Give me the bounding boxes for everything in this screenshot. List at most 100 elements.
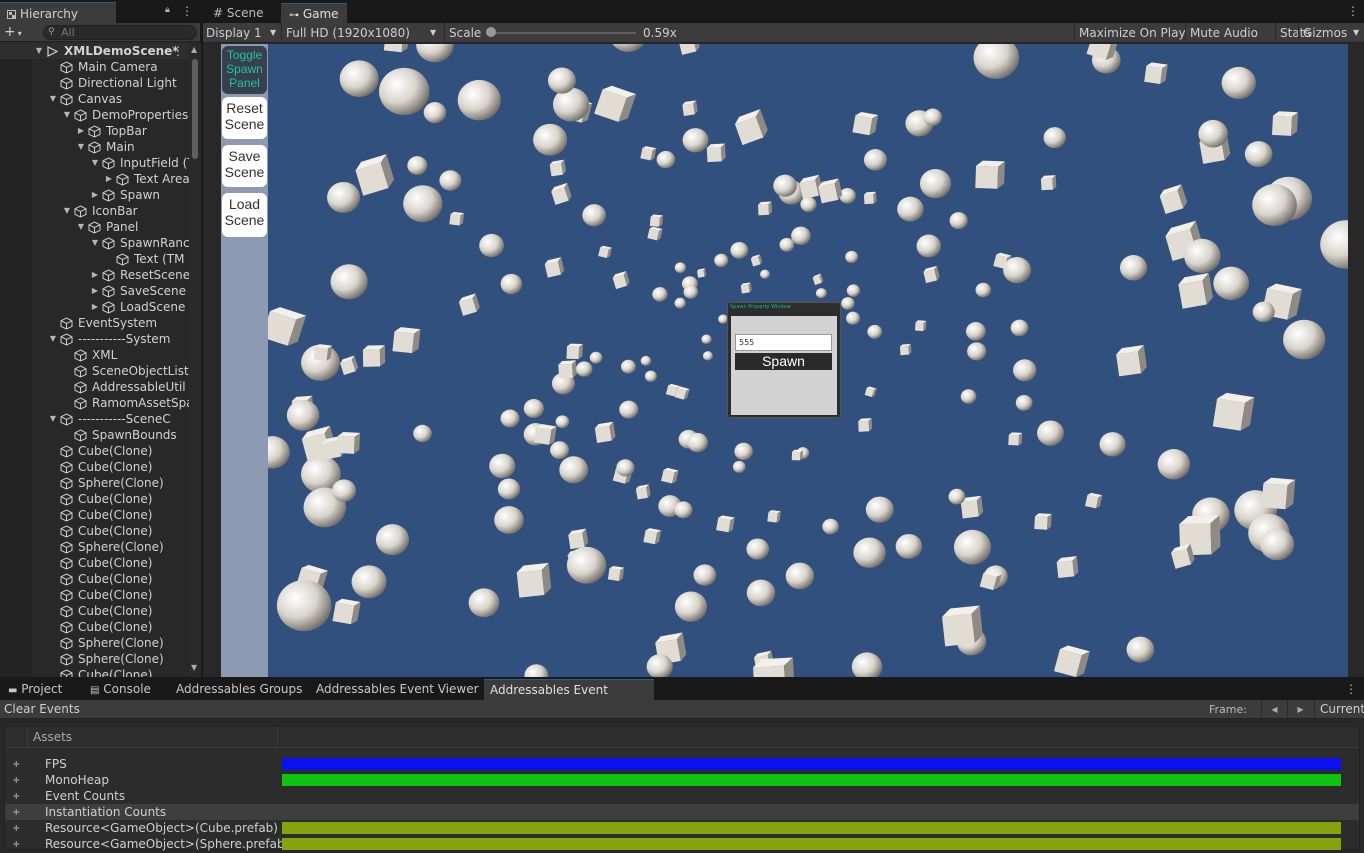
hierarchy-item[interactable]: Cube(Clone): [0, 507, 189, 523]
hierarchy-item[interactable]: ▼ InputField (T: [0, 155, 189, 171]
next-frame-button[interactable]: ▶: [1287, 700, 1313, 719]
hierarchy-item[interactable]: Sphere(Clone): [0, 651, 189, 667]
expand-arrow-down-icon[interactable]: ▼: [62, 107, 72, 123]
tab-scene[interactable]: # Scene: [205, 3, 271, 23]
hierarchy-item[interactable]: Cube(Clone): [0, 667, 189, 677]
game-viewport[interactable]: Toggle Spawn Panel Reset Scene Save Scen…: [221, 44, 1348, 677]
expand-plus-icon[interactable]: +: [12, 805, 20, 821]
scene-menu-icon[interactable]: ⋮: [172, 43, 184, 59]
toggle-spawn-panel-button[interactable]: Toggle Spawn Panel: [222, 46, 267, 94]
hierarchy-item[interactable]: ▶ Text Area: [0, 171, 189, 187]
expand-plus-icon[interactable]: +: [12, 837, 20, 853]
hierarchy-item[interactable]: ▼ DemoProperties: [0, 107, 189, 123]
event-row[interactable]: + Resource<GameObject>(Cube.prefab): [5, 820, 1359, 836]
hierarchy-item[interactable]: ▶ SaveScene: [0, 283, 189, 299]
tab-addressables-event-viewer[interactable]: Addressables Event Viewer: [310, 679, 485, 700]
hierarchy-item[interactable]: SpawnBounds: [0, 427, 189, 443]
hierarchy-item[interactable]: ▼ Canvas: [0, 91, 189, 107]
hierarchy-item[interactable]: Text (TM: [0, 251, 189, 267]
hierarchy-item[interactable]: AddressableUtil: [0, 379, 189, 395]
expand-arrow-down-icon[interactable]: ▼: [48, 331, 58, 347]
clear-events-button[interactable]: Clear Events: [4, 700, 80, 719]
expand-arrow-down-icon[interactable]: ▼: [76, 139, 86, 155]
hierarchy-scene-row[interactable]: ▼ XMLDemoScene* ⋮: [0, 43, 189, 59]
hierarchy-item[interactable]: Cube(Clone): [0, 443, 189, 459]
expand-arrow-right-icon[interactable]: ▶: [90, 187, 100, 203]
hierarchy-item[interactable]: ▼ -----------System: [0, 331, 189, 347]
expand-plus-icon[interactable]: +: [12, 821, 20, 837]
hierarchy-item[interactable]: ▶ ResetScene: [0, 267, 189, 283]
hierarchy-item[interactable]: ▼ IconBar: [0, 203, 189, 219]
expand-arrow-down-icon[interactable]: ▼: [48, 411, 58, 427]
kebab-menu-icon[interactable]: ⋮: [1347, 4, 1359, 18]
expand-arrow-right-icon[interactable]: ▶: [90, 299, 100, 315]
event-row[interactable]: + FPS: [5, 756, 1359, 772]
tab-game[interactable]: ⊶ Game: [281, 3, 347, 23]
lock-icon[interactable]: 🔒︎: [165, 5, 175, 15]
scrollbar-thumb[interactable]: [192, 59, 198, 159]
display-dropdown[interactable]: Display 1 ▼: [206, 23, 280, 43]
hierarchy-item[interactable]: Cube(Clone): [0, 603, 189, 619]
hierarchy-item[interactable]: Cube(Clone): [0, 571, 189, 587]
gizmos-dropdown-icon[interactable]: ▼: [1353, 23, 1359, 43]
expand-arrow-down-icon[interactable]: ▼: [34, 43, 44, 59]
hierarchy-item[interactable]: ▶ Spawn: [0, 187, 189, 203]
expand-arrow-down-icon[interactable]: ▼: [90, 155, 100, 171]
expand-arrow-right-icon[interactable]: ▶: [90, 267, 100, 283]
save-scene-button[interactable]: Save Scene: [222, 145, 267, 187]
expand-plus-icon[interactable]: +: [12, 773, 20, 789]
hierarchy-item[interactable]: Sphere(Clone): [0, 635, 189, 651]
expand-arrow-down-icon[interactable]: ▼: [90, 235, 100, 251]
add-button[interactable]: + ▾: [4, 24, 22, 42]
spawn-button[interactable]: Spawn: [735, 353, 832, 370]
event-row[interactable]: + MonoHeap: [5, 772, 1359, 788]
maximize-on-play-button[interactable]: Maximize On Play: [1074, 23, 1190, 43]
hierarchy-scrollbar[interactable]: ▲ ▼: [189, 43, 201, 677]
expand-arrow-right-icon[interactable]: ▶: [76, 123, 86, 139]
expand-arrow-down-icon[interactable]: ▼: [62, 203, 72, 219]
resolution-dropdown[interactable]: Full HD (1920x1080) ▼: [281, 23, 441, 43]
hierarchy-item[interactable]: ▶ TopBar: [0, 123, 189, 139]
hierarchy-item[interactable]: RamomAssetSpa: [0, 395, 189, 411]
hierarchy-item[interactable]: ▼ Panel: [0, 219, 189, 235]
hierarchy-item[interactable]: Cube(Clone): [0, 587, 189, 603]
hierarchy-item[interactable]: Cube(Clone): [0, 555, 189, 571]
kebab-menu-icon[interactable]: ⋮: [181, 4, 193, 18]
expand-arrow-down-icon[interactable]: ▼: [48, 91, 58, 107]
gizmos-button[interactable]: Gizmos: [1298, 23, 1351, 43]
expand-arrow-right-icon[interactable]: ▶: [90, 283, 100, 299]
current-frame-button[interactable]: Current: [1314, 700, 1364, 719]
expand-arrow-right-icon[interactable]: ▶: [104, 171, 114, 187]
hierarchy-item[interactable]: SceneObjectList: [0, 363, 189, 379]
hierarchy-item[interactable]: Directional Light: [0, 75, 189, 91]
expand-plus-icon[interactable]: +: [12, 757, 20, 773]
expand-plus-icon[interactable]: +: [12, 789, 20, 805]
hierarchy-item[interactable]: ▼ SpawnRanc: [0, 235, 189, 251]
event-row[interactable]: + Instantiation Counts: [5, 804, 1359, 820]
event-row[interactable]: + Event Counts: [5, 788, 1359, 804]
scale-slider[interactable]: [490, 32, 636, 34]
mute-audio-button[interactable]: Mute Audio: [1185, 23, 1262, 43]
hierarchy-item[interactable]: EventSystem: [0, 315, 189, 331]
reset-scene-button[interactable]: Reset Scene: [222, 97, 267, 139]
hierarchy-item[interactable]: Sphere(Clone): [0, 539, 189, 555]
hierarchy-item[interactable]: Sphere(Clone): [0, 475, 189, 491]
prev-frame-button[interactable]: ◀: [1261, 700, 1287, 719]
search-input[interactable]: ⚲ All: [43, 25, 197, 40]
hierarchy-item[interactable]: Cube(Clone): [0, 523, 189, 539]
hierarchy-item[interactable]: Cube(Clone): [0, 491, 189, 507]
tab-addressables-groups[interactable]: Addressables Groups: [170, 679, 308, 700]
expand-arrow-down-icon[interactable]: ▼: [76, 219, 86, 235]
hierarchy-item[interactable]: Main Camera: [0, 59, 189, 75]
hierarchy-item[interactable]: ▼ Main: [0, 139, 189, 155]
tab-console[interactable]: ▤ Console: [84, 679, 157, 700]
hierarchy-item[interactable]: Cube(Clone): [0, 459, 189, 475]
kebab-menu-icon[interactable]: ⋮: [1345, 682, 1357, 696]
tab-project[interactable]: ▬ Project: [2, 679, 68, 700]
load-scene-button[interactable]: Load Scene: [222, 193, 267, 237]
hierarchy-item[interactable]: Cube(Clone): [0, 619, 189, 635]
scroll-down-icon[interactable]: ▼: [191, 663, 197, 672]
hierarchy-item[interactable]: ▶ LoadScene: [0, 299, 189, 315]
tab-addressables-event-viewer-active[interactable]: Addressables Event Viewer: [484, 679, 654, 718]
event-row[interactable]: + Resource<GameObject>(Sphere.prefab): [5, 836, 1359, 852]
